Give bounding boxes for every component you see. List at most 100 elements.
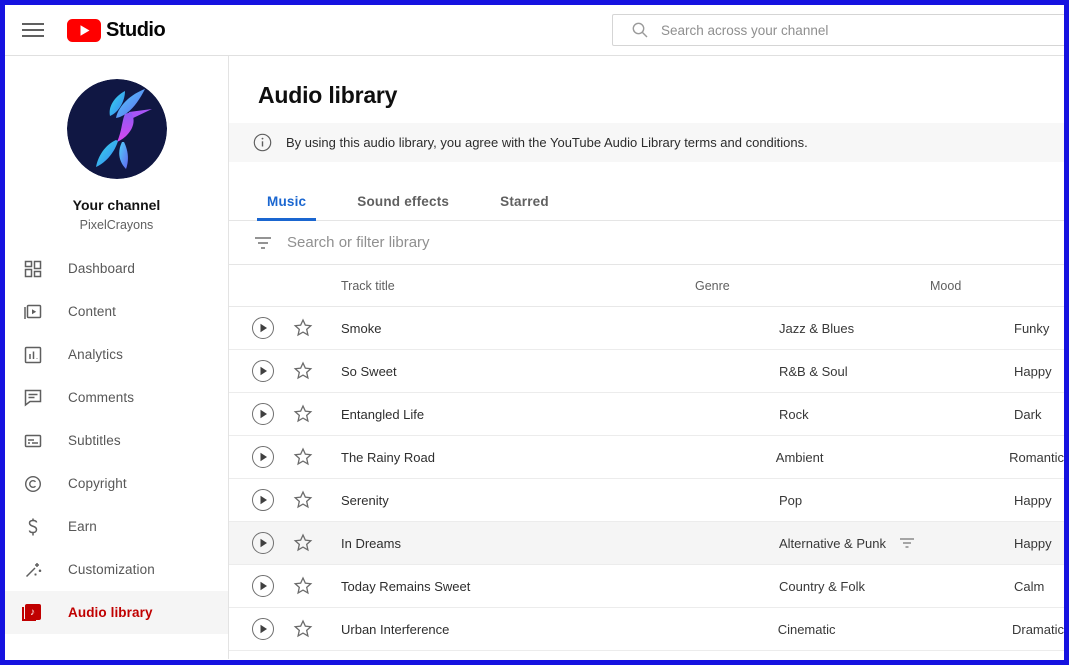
play-button[interactable]: [252, 403, 274, 425]
tab-music[interactable]: Music: [257, 185, 316, 220]
channel-search-box[interactable]: [612, 14, 1069, 46]
row-filter-icon[interactable]: [899, 537, 915, 549]
table-row[interactable]: Smoke Jazz & Blues Funky: [229, 307, 1064, 350]
track-genre: Cinematic: [778, 622, 836, 637]
sidebar-item-label: Customization: [68, 562, 155, 577]
play-button[interactable]: [252, 618, 274, 640]
comments-icon: [23, 389, 43, 407]
sidebar-item-label: Subtitles: [68, 433, 121, 448]
track-genre: Ambient: [776, 450, 824, 465]
sidebar-item-subtitles[interactable]: Subtitles: [5, 419, 228, 462]
play-button[interactable]: [252, 489, 274, 511]
track-mood: Funky: [1014, 321, 1049, 336]
sidebar-item-label: Analytics: [68, 347, 123, 362]
table-row-highlighted[interactable]: In Dreams Alternative & Punk Happy: [229, 522, 1064, 565]
star-button[interactable]: [293, 404, 313, 424]
table-row[interactable]: Urban Interference Cinematic Dramatic: [229, 608, 1064, 651]
sidebar-item-content[interactable]: Content: [5, 290, 228, 333]
track-genre: Country & Folk: [779, 579, 865, 594]
play-button[interactable]: [252, 360, 274, 382]
star-button[interactable]: [293, 361, 313, 381]
play-button[interactable]: [252, 446, 274, 468]
sidebar-item-dashboard[interactable]: Dashboard: [5, 247, 228, 290]
channel-section: Your channel PixelCrayons: [5, 56, 228, 232]
channel-name: PixelCrayons: [5, 218, 228, 232]
star-button[interactable]: [293, 447, 313, 467]
channel-label: Your channel: [5, 197, 228, 213]
info-icon: [253, 133, 272, 152]
tab-sound-effects[interactable]: Sound effects: [347, 185, 459, 220]
audio-library-icon: ♪: [23, 604, 43, 621]
star-button[interactable]: [293, 619, 313, 639]
hamburger-menu-icon[interactable]: [22, 19, 44, 41]
sidebar-item-label: Dashboard: [68, 261, 135, 276]
track-mood: Dramatic: [1012, 622, 1064, 637]
star-button[interactable]: [293, 490, 313, 510]
table-row[interactable]: The Rainy Road Ambient Romantic: [229, 436, 1064, 479]
sidebar-item-label: Earn: [68, 519, 97, 534]
track-title: The Rainy Road: [341, 450, 776, 465]
channel-search-input[interactable]: [661, 23, 1069, 38]
earn-icon: [23, 518, 43, 536]
table-row[interactable]: Entangled Life Rock Dark: [229, 393, 1064, 436]
library-filter-bar[interactable]: [229, 221, 1064, 265]
screenshot-frame: Studio: [0, 0, 1069, 665]
track-genre: R&B & Soul: [779, 364, 848, 379]
track-genre: Alternative & Punk: [779, 536, 886, 551]
sidebar-item-analytics[interactable]: Analytics: [5, 333, 228, 376]
track-genre: Jazz & Blues: [779, 321, 854, 336]
track-title: Urban Interference: [341, 622, 778, 637]
search-icon: [631, 21, 649, 39]
track-mood: Happy: [1014, 364, 1052, 379]
brand-text: Studio: [106, 19, 165, 42]
sidebar-item-label: Audio library: [68, 605, 153, 620]
track-mood: Dark: [1014, 407, 1041, 422]
analytics-icon: [23, 346, 43, 364]
sidebar-item-label: Copyright: [68, 476, 127, 491]
library-tabs: Music Sound effects Starred: [229, 185, 1064, 221]
table-row[interactable]: Serenity Pop Happy: [229, 479, 1064, 522]
track-genre: Rock: [779, 407, 809, 422]
track-title: Serenity: [341, 493, 779, 508]
table-header: Track title Genre Mood: [229, 265, 1064, 307]
terms-banner-text: By using this audio library, you agree w…: [286, 135, 808, 150]
track-mood: Happy: [1014, 536, 1052, 551]
sidebar-item-label: Comments: [68, 390, 134, 405]
page-title: Audio library: [229, 56, 1064, 109]
star-button[interactable]: [293, 318, 313, 338]
star-button[interactable]: [293, 533, 313, 553]
dashboard-icon: [23, 260, 43, 278]
play-button[interactable]: [252, 317, 274, 339]
track-title: In Dreams: [341, 536, 779, 551]
sidebar-nav: Dashboard Content: [5, 247, 228, 634]
youtube-play-icon: [66, 18, 102, 43]
sidebar-item-earn[interactable]: Earn: [5, 505, 228, 548]
terms-banner: By using this audio library, you agree w…: [229, 123, 1064, 162]
sidebar-item-customization[interactable]: Customization: [5, 548, 228, 591]
play-button[interactable]: [252, 532, 274, 554]
tab-starred[interactable]: Starred: [490, 185, 559, 220]
subtitles-icon: [23, 432, 43, 450]
column-header-genre: Genre: [695, 279, 930, 293]
play-button[interactable]: [252, 575, 274, 597]
youtube-studio-logo[interactable]: Studio: [66, 18, 165, 43]
customization-icon: [23, 561, 43, 579]
sidebar-item-comments[interactable]: Comments: [5, 376, 228, 419]
filter-icon: [254, 236, 272, 250]
track-title: Today Remains Sweet: [341, 579, 779, 594]
track-title: So Sweet: [341, 364, 779, 379]
library-filter-input[interactable]: [287, 234, 1064, 251]
sidebar-item-audio-library[interactable]: ♪ Audio library: [5, 591, 228, 634]
track-mood: Calm: [1014, 579, 1044, 594]
track-mood: Romantic: [1009, 450, 1064, 465]
channel-avatar[interactable]: [67, 79, 167, 179]
topbar: Studio: [5, 5, 1064, 56]
star-button[interactable]: [293, 576, 313, 596]
track-title: Smoke: [341, 321, 779, 336]
hummingbird-logo: [67, 79, 167, 179]
table-row[interactable]: Today Remains Sweet Country & Folk Calm: [229, 565, 1064, 608]
sidebar-item-copyright[interactable]: Copyright: [5, 462, 228, 505]
column-header-mood: Mood: [930, 279, 961, 293]
sidebar-item-label: Content: [68, 304, 116, 319]
table-row[interactable]: So Sweet R&B & Soul Happy: [229, 350, 1064, 393]
